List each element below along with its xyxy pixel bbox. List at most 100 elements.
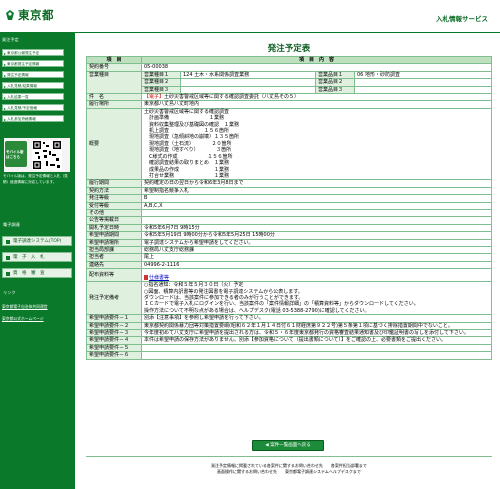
sidebar-item-qualification[interactable]: 入札参加資格情報 — [2, 115, 64, 122]
header-content: 項 目 内 容 — [141, 55, 492, 65]
row-label: 希望申請要件－４ — [86, 336, 142, 345]
table-row: 希望申請期間 令和5年5月19日 9時00分から令和5年5月25日 15時00分 — [86, 231, 492, 240]
order-plan-table: 項 目 項 目 内 容 契約番号 05-00038 営業種目 営業種目１ 124… — [86, 55, 492, 360]
table-row: 担当局部課 総務局八丈支庁総務課 — [86, 245, 492, 255]
row-value: 東京都契約関係暴力団等対策措置要綱(昭和６２年１月１４日付６１財経庶第９２２号)… — [141, 321, 492, 331]
header-item: 項 目 — [86, 55, 142, 65]
row-value: 契約確定の日の翌日から令和6年3月8日まで — [141, 179, 492, 188]
table-row: 連絡先 04996-2-1116 — [86, 260, 492, 270]
qualification-review-button[interactable]: 資 格 審 査 — [2, 268, 72, 278]
row-value — [141, 343, 492, 353]
biz-sub-label: 営業種目１ — [141, 70, 181, 80]
table-row: 担当者 尾上 — [86, 253, 492, 262]
table-row: 件 名 【電子】土砂災害警戒区域等に関する確認調査委託（八丈島その５） — [86, 93, 492, 102]
e-bid-button[interactable]: 電 子 入 札 — [2, 252, 72, 262]
row-value: 希望制指名競争入札 — [141, 186, 492, 196]
table-row: 希望申請要件－２ 東京都契約関係暴力団等対策措置要綱(昭和６２年１月１４日付６１… — [86, 321, 492, 331]
eprocurement-top-button[interactable]: 電子調達システム(TOP) — [2, 236, 72, 246]
product-sub-label: 営業品目１ — [315, 70, 355, 80]
header: 東京都 入札情報サービス — [0, 0, 500, 33]
table-row: 営業種目２ 営業品目２ — [87, 78, 492, 87]
row-label: 希望申請要件－１ — [86, 314, 142, 323]
table-row: 開札予定日時 令和5年6月7日 9時15分 — [86, 223, 492, 233]
table-row: 契約方法 希望制指名競争入札 — [86, 186, 492, 196]
link-e-gov-joint[interactable]: 東京都電子自治体共同運営 — [2, 304, 48, 310]
row-value: ○指名通知：令和５年５月３０日（火）予定 ○図面、積算内訳書等の発注図書を電子調… — [141, 281, 492, 316]
biz-sub-value: 124 土木・水系関係調査業務 — [180, 70, 316, 80]
row-label: 発注等級 — [86, 194, 142, 203]
row-value: 令和5年5月19日 9時00分から令和5年5月25日 15時00分 — [141, 231, 492, 240]
row-label: 希望申請期間 — [86, 231, 142, 240]
biz-sub-value — [180, 85, 316, 95]
row-label: 希望申請要件－５ — [86, 343, 142, 353]
project-name: 土砂災害警戒区域等に関する確認調査委託（八丈島その５） — [164, 94, 300, 101]
table-row: 希望申請要件－１ 別添【注意事項】を参照し希望申請を行って下さい。 — [86, 314, 492, 323]
table-row: 希望申請要件－５ — [86, 343, 492, 353]
table-row: 希望申請場所 電子調達システムから希望申請をしてください。 — [86, 238, 492, 247]
row-value: 令和5年6月7日 9時15分 — [141, 223, 492, 233]
product-sub-value: 06 地形・砂防調査 — [354, 70, 492, 80]
row-value: 【電子】土砂災害警戒区域等に関する確認調査委託（八丈島その５） — [141, 93, 492, 102]
sidebar-section-order-plan: 発注予定 — [2, 37, 19, 42]
footer-contact-helpdesk: 画面操作に関するお問い合わせ先 東京都電子調達システムヘルプデスクまで — [217, 469, 361, 474]
row-value: 東京都八丈島八丈町地内 — [141, 100, 492, 109]
sidebar-item-estimate-price[interactable]: 入札見積/予定価格 — [2, 104, 64, 111]
row-value: 総務局八丈支庁総務課 — [141, 245, 492, 255]
qr-code-icon — [32, 140, 62, 170]
row-label: 希望申請要件－３ — [86, 329, 142, 338]
row-label: 発注予定備考 — [86, 281, 142, 316]
electronic-tag: 【電子】 — [144, 94, 165, 101]
product-sub-value — [354, 85, 492, 95]
row-value: B — [141, 194, 492, 203]
sidebar-item-tokyo-plan[interactable]: 東京都発注予定情報 — [2, 60, 64, 67]
row-label: その他 — [86, 208, 142, 218]
sidebar-section-e-procurement: 電子調達 — [3, 222, 20, 227]
table-row: 発注予定備考 ○指名通知：令和５年５月３０日（火）予定 ○図面、積算内訳書等の発… — [86, 281, 492, 316]
table-row: 発注等級 B — [86, 194, 492, 203]
row-label: 希望申請要件－２ — [86, 321, 142, 331]
table-row: 契約番号 05-00038 — [86, 63, 492, 72]
mobile-note: モバイル版は、発注予定情報と入札（見積）経過情報に対応しています。 — [3, 174, 68, 184]
product-sub-label: 営業品目３ — [315, 85, 355, 95]
row-label: 希望申請要件－６ — [86, 351, 142, 360]
row-label: 概要 — [86, 107, 142, 181]
link-tokyo-official[interactable]: 東京都公式ホームページ — [2, 316, 44, 322]
row-value — [141, 216, 492, 225]
row-label: 契約方法 — [86, 186, 142, 196]
table-row: 営業種目３ 営業品目３ — [87, 85, 492, 95]
row-value: 尾上 — [141, 253, 492, 262]
table-row: 受付等級 A,B,C,X — [86, 201, 492, 210]
table-row: 履行期間 契約確定の日の翌日から令和6年3月8日まで — [86, 179, 492, 188]
table-row: 希望申請要件－６ — [86, 351, 492, 360]
row-label: 担当者 — [86, 253, 142, 262]
footer-divider — [86, 456, 492, 457]
row-value: A,B,C,X — [141, 201, 492, 210]
row-label: 履行場所 — [86, 100, 142, 109]
row-label: 契約番号 — [86, 63, 142, 72]
row-value: 05-00038 — [141, 63, 492, 72]
table-header-row: 項 目 項 目 内 容 — [86, 55, 492, 65]
logo-text[interactable]: 東京都 — [18, 7, 54, 23]
table-row: 営業種目 営業種目１ 124 土木・水系関係調査業務 営業品目１ 06 地形・砂… — [86, 70, 492, 95]
back-to-list-button[interactable]: ◀ 案件一覧画面へ戻る — [252, 440, 324, 451]
row-value: 今年度初めて八丈支庁に希望申請を提出される方は、令和５・６年度東京都発行の資格審… — [141, 329, 492, 338]
spec-doc-link[interactable]: 仕様書等 — [149, 275, 169, 281]
sidebar-item-koho[interactable]: 東京都公報発注予定 — [2, 49, 64, 56]
row-value: 土砂災害警戒区域等に関する確認調査 計画準備 １業務 資料収集整理及び基礎図の確… — [141, 107, 492, 181]
biz-sub-label: 営業種目２ — [141, 78, 181, 87]
row-label: 担当局部課 — [86, 245, 142, 255]
table-row: その他 — [86, 208, 492, 218]
row-value: 電子調達システムから希望申請をしてください。 — [141, 238, 492, 247]
row-label: 件 名 — [86, 93, 142, 102]
row-value — [141, 208, 492, 218]
table-row: 配布資料等 仕様書等 — [86, 268, 492, 283]
sidebar-item-order-plan[interactable]: 発注予定情報 — [2, 71, 64, 78]
mobile-label[interactable]: モバイル版はこちら — [6, 150, 26, 159]
sidebar-item-bid-list[interactable]: 入札結果一覧 — [2, 93, 64, 100]
sidebar-item-bid-result[interactable]: 入札見積/結果情報 — [2, 82, 64, 89]
row-label: 配布資料等 — [86, 268, 142, 283]
product-sub-label: 営業品目２ — [315, 78, 355, 87]
table-row: 公告等掲載日 — [86, 216, 492, 225]
tokyo-logo-icon — [6, 10, 14, 20]
row-value — [141, 351, 492, 360]
